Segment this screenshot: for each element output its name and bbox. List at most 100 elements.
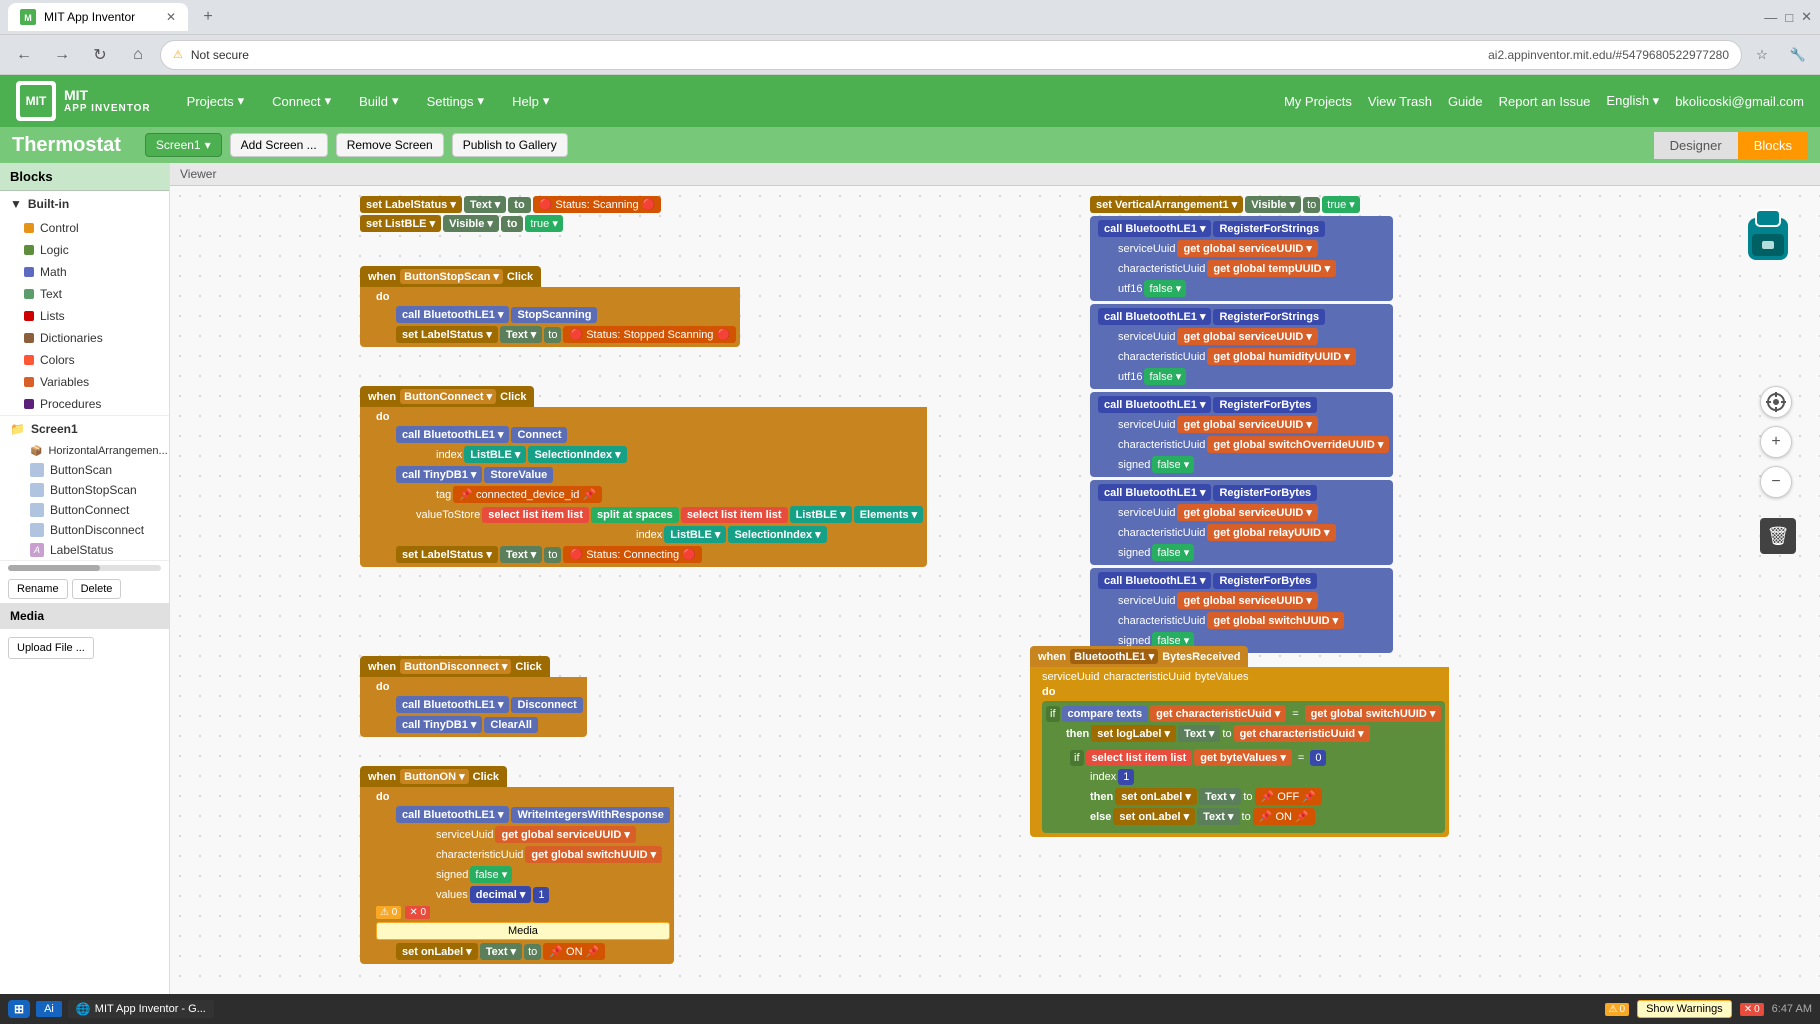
- blocks-canvas[interactable]: set LabelStatus ▾ Text ▾ to 🔴 Status: Sc…: [170, 186, 1820, 1018]
- get-switch-uuid-block[interactable]: get global switchUUID ▾: [525, 846, 662, 863]
- start-button[interactable]: ⊞: [8, 1000, 30, 1018]
- off-val-block[interactable]: 📌 OFF 📌: [1255, 788, 1323, 805]
- text-log[interactable]: Text ▾: [1178, 725, 1220, 742]
- when-bytes-received-header[interactable]: when BluetoothLE1 ▾ BytesReceived: [1030, 646, 1248, 667]
- connected-device-block[interactable]: 📌 connected_device_id 📌: [453, 486, 602, 503]
- status-connecting-block[interactable]: 🔴 Status: Connecting 🔴: [563, 546, 701, 563]
- elements-block[interactable]: Elements ▾: [854, 506, 924, 523]
- get-service-uuid-rs2[interactable]: get global serviceUUID ▾: [1177, 328, 1317, 345]
- get-service-uuid-rb3[interactable]: get global serviceUUID ▾: [1177, 592, 1317, 609]
- trash-button[interactable]: 🗑: [1760, 518, 1796, 554]
- screen1-section-header[interactable]: 📁 Screen1: [0, 416, 169, 442]
- bt1-regstr-block[interactable]: call BluetoothLE1 ▾: [1098, 220, 1211, 237]
- maximize-icon[interactable]: □: [1785, 10, 1793, 25]
- screen1-button[interactable]: Screen1▾: [145, 133, 222, 157]
- register-strings-block[interactable]: RegisterForStrings: [1213, 221, 1325, 237]
- sidebar-item-dictionaries[interactable]: Dictionaries: [0, 327, 169, 349]
- sidebar-item-logic[interactable]: Logic: [0, 239, 169, 261]
- clear-all-block[interactable]: ClearAll: [484, 717, 538, 733]
- bt1-write-block[interactable]: call BluetoothLE1 ▾: [396, 806, 509, 823]
- sidebar-item-btnstopscan[interactable]: ButtonStopScan: [0, 480, 169, 500]
- get-service-uuid-block[interactable]: get global serviceUUID ▾: [495, 826, 635, 843]
- nav-help[interactable]: Help▾: [500, 87, 561, 115]
- tab-close-icon[interactable]: ✕: [166, 10, 176, 24]
- set-on-label-block[interactable]: set onLabel ▾: [396, 943, 478, 960]
- guide-link[interactable]: Guide: [1448, 94, 1483, 109]
- reload-button[interactable]: ↻: [84, 39, 116, 71]
- get-switch-uuid-rb3[interactable]: get global switchUUID ▾: [1207, 612, 1344, 629]
- disconnect-block[interactable]: Disconnect: [511, 697, 582, 713]
- set-label-connecting[interactable]: set LabelStatus ▾: [396, 546, 498, 563]
- selection-index2-block[interactable]: SelectionIndex ▾: [728, 526, 826, 543]
- scroll-bar[interactable]: [8, 565, 161, 571]
- selection-index-block[interactable]: SelectionIndex ▾: [528, 446, 626, 463]
- set-on-label-on[interactable]: set onLabel ▾: [1113, 808, 1195, 825]
- set-labelstatus-block[interactable]: set LabelStatus ▾: [360, 196, 462, 213]
- on-val2-block[interactable]: 📌 ON 📌: [1253, 808, 1315, 825]
- set-listble-block[interactable]: set ListBLE ▾: [360, 215, 441, 232]
- split-at-spaces-block[interactable]: split at spaces: [591, 507, 679, 523]
- star-icon[interactable]: ☆: [1748, 41, 1776, 69]
- minimize-icon[interactable]: —: [1764, 10, 1777, 25]
- when-connect-header[interactable]: when ButtonConnect ▾ Click: [360, 386, 534, 407]
- user-email-link[interactable]: bkolicoski@gmail.com: [1675, 94, 1804, 109]
- builtin-section-header[interactable]: ▼ Built-in: [0, 191, 169, 217]
- sidebar-item-btnconnect[interactable]: ButtonConnect: [0, 500, 169, 520]
- register-bytes3-block[interactable]: RegisterForBytes: [1213, 573, 1317, 589]
- text-off[interactable]: Text ▾: [1199, 788, 1241, 805]
- forward-button[interactable]: →: [46, 39, 78, 71]
- set-on-label-off[interactable]: set onLabel ▾: [1115, 788, 1197, 805]
- sidebar-item-btnscan[interactable]: ButtonScan: [0, 460, 169, 480]
- home-button[interactable]: ⌂: [122, 39, 154, 71]
- sidebar-item-colors[interactable]: Colors: [0, 349, 169, 371]
- zoom-out-button[interactable]: −: [1760, 466, 1792, 498]
- nav-build[interactable]: Build▾: [347, 87, 410, 115]
- sidebar-item-labelstatus[interactable]: A LabelStatus: [0, 540, 169, 560]
- sidebar-item-math[interactable]: Math: [0, 261, 169, 283]
- register-bytes2-block[interactable]: RegisterForBytes: [1213, 485, 1317, 501]
- when-buttonon-header[interactable]: when ButtonON ▾ Click: [360, 766, 507, 787]
- sidebar-item-procedures[interactable]: Procedures: [0, 393, 169, 415]
- false-signed-rb1[interactable]: false ▾: [1152, 456, 1194, 473]
- listble-block[interactable]: ListBLE ▾: [464, 446, 526, 463]
- status-scanning-block[interactable]: 🔴 Status: Scanning 🔴: [533, 196, 662, 213]
- call-bt1-block[interactable]: call BluetoothLE1 ▾: [396, 306, 509, 323]
- get-temp-uuid-rs1[interactable]: get global tempUUID ▾: [1207, 260, 1336, 277]
- get-char-uuid-log[interactable]: get characteristicUuid ▾: [1234, 725, 1370, 742]
- sidebar-item-control[interactable]: Control: [0, 217, 169, 239]
- remove-screen-button[interactable]: Remove Screen: [336, 133, 444, 157]
- set-log-label-block[interactable]: set logLabel ▾: [1091, 725, 1176, 742]
- text-block[interactable]: Text ▾: [464, 196, 506, 213]
- on-val-block[interactable]: 📌 ON 📌: [543, 943, 605, 960]
- call-tinydb-block[interactable]: call TinyDB1 ▾: [396, 466, 482, 483]
- false-utf16-rs2[interactable]: false ▾: [1144, 368, 1186, 385]
- select-list-item-block[interactable]: select list item list: [482, 507, 589, 523]
- sidebar-item-btndisconnect[interactable]: ButtonDisconnect: [0, 520, 169, 540]
- bt1-disconnect-block[interactable]: call BluetoothLE1 ▾: [396, 696, 509, 713]
- true-arr-block[interactable]: true ▾: [1322, 196, 1360, 213]
- connect-block[interactable]: Connect: [511, 427, 567, 443]
- show-warnings-button[interactable]: Media: [376, 922, 670, 940]
- add-screen-button[interactable]: Add Screen ...: [230, 133, 328, 157]
- ai-taskbar-btn[interactable]: Ai: [36, 1001, 62, 1017]
- get-switch-override-block[interactable]: get global switchOverrideUUID ▾: [1207, 436, 1389, 453]
- get-switch-uuid-cmp[interactable]: get global switchUUID ▾: [1305, 705, 1442, 722]
- delete-button[interactable]: Delete: [72, 579, 122, 599]
- bt1-regbytes3-block[interactable]: call BluetoothLE1 ▾: [1098, 572, 1211, 589]
- get-byte-values-block[interactable]: get byteValues ▾: [1194, 749, 1292, 766]
- false-signed-rb2[interactable]: false ▾: [1152, 544, 1194, 561]
- sidebar-item-horizontal[interactable]: 📦 HorizontalArrangemen...: [0, 442, 169, 460]
- get-relay-uuid-block[interactable]: get global relayUUID ▾: [1207, 524, 1335, 541]
- set-label-stopped[interactable]: set LabelStatus ▾: [396, 326, 498, 343]
- publish-button[interactable]: Publish to Gallery: [452, 133, 568, 157]
- text-stopped[interactable]: Text ▾: [500, 326, 542, 343]
- target-button[interactable]: [1760, 386, 1792, 418]
- decimal-block[interactable]: decimal ▾: [470, 886, 532, 903]
- call-bt-connect-block[interactable]: call BluetoothLE1 ▾: [396, 426, 509, 443]
- bt1-regbytes2-block[interactable]: call BluetoothLE1 ▾: [1098, 484, 1211, 501]
- rename-button[interactable]: Rename: [8, 579, 68, 599]
- view-trash-link[interactable]: View Trash: [1368, 94, 1432, 109]
- text-connecting[interactable]: Text ▾: [500, 546, 542, 563]
- sidebar-item-lists[interactable]: Lists: [0, 305, 169, 327]
- report-issue-link[interactable]: Report an Issue: [1499, 94, 1591, 109]
